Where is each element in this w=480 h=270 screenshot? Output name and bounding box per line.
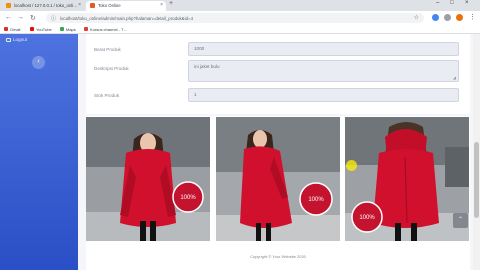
address-bar[interactable]: ⓘ localhost/toko_online/admin/main.php?h… — [46, 13, 424, 23]
deskripsi-label: Deskripsi Produk — [94, 66, 129, 71]
menu-kebab-icon[interactable]: ⋮ — [469, 13, 476, 21]
minimize-icon[interactable]: – — [436, 0, 439, 6]
bookmark-label: YouTube — [36, 26, 52, 32]
logout-icon — [6, 37, 11, 42]
tab-phpmyadmin[interactable]: localhost / 127.0.0.1 / toko_onli… × — [2, 1, 84, 11]
product-photo-side: 100% — [216, 117, 340, 241]
close-tab-icon[interactable]: × — [78, 2, 81, 8]
phpmyadmin-favicon-icon — [6, 3, 11, 8]
product-gallery: 100% 100% 100% — [86, 116, 470, 242]
bookmark-label: Maps — [66, 26, 76, 32]
page-scrollbar[interactable] — [473, 34, 480, 270]
resize-grip-icon[interactable]: ◢ — [453, 75, 456, 80]
quality-badge: 100% — [308, 197, 324, 203]
sidebar-item-label: Logout — [13, 37, 28, 42]
extension-icon[interactable] — [432, 14, 439, 21]
info-icon[interactable]: ⓘ — [51, 15, 56, 22]
deskripsi-textarea[interactable]: ini jaket bulu ◢ — [188, 60, 459, 82]
bookmark-maps[interactable]: Maps — [60, 27, 76, 32]
product-detail-form: Berat Produk 1000 Deskripsi Produk ini j… — [86, 34, 470, 114]
quality-badge: 100% — [359, 215, 375, 221]
berat-label: Berat Produk — [94, 47, 121, 52]
deskripsi-text: ini jaket bulu — [194, 64, 220, 69]
bookmarks-bar: Gmail YouTube Maps Kursus channel - T… — [0, 25, 480, 34]
bookmark-label: Kursus channel - T… — [90, 26, 128, 32]
back-arrow-icon[interactable]: ← — [5, 14, 12, 21]
url-text: localhost/toko_online/admin/main.php?hal… — [60, 15, 194, 21]
close-window-icon[interactable]: × — [465, 0, 469, 6]
youtube-icon — [30, 27, 34, 31]
page-body: Logout ‹ Berat Produk 1000 Deskripsi Pro… — [0, 34, 480, 270]
bookmark-label: Gmail — [10, 26, 21, 32]
scrollbar-thumb[interactable] — [474, 142, 479, 218]
close-tab-icon[interactable]: × — [160, 2, 163, 8]
stok-label: Stok Produk — [94, 93, 120, 98]
sidebar-item-logout[interactable]: Logout — [6, 37, 27, 42]
footer: Copyright © Your Website 2020 — [86, 242, 470, 270]
cursor-highlight — [346, 160, 357, 171]
reload-icon[interactable]: ↻ — [30, 14, 36, 22]
sidebar-toggle-button[interactable]: ‹ — [32, 56, 45, 69]
quality-badge: 100% — [180, 195, 196, 201]
bookmark-star-icon[interactable]: ☆ — [414, 14, 419, 21]
youtube-icon — [84, 27, 88, 31]
sidebar: Logout ‹ — [0, 34, 78, 270]
toko-favicon-icon — [90, 3, 95, 8]
bookmark-kursus[interactable]: Kursus channel - T… — [84, 27, 128, 32]
new-tab-button[interactable]: + — [169, 0, 173, 7]
forward-arrow-icon[interactable]: → — [17, 14, 24, 21]
stok-field[interactable]: 1 — [188, 88, 459, 102]
maps-icon — [60, 27, 64, 31]
product-photo-front: 100% — [86, 117, 210, 241]
tab-toko-online[interactable]: Toko Online × — [86, 1, 166, 11]
profile-avatar[interactable] — [456, 14, 463, 21]
scroll-to-top-button[interactable]: ⌃ — [453, 213, 468, 228]
product-photo-back: 100% — [345, 117, 469, 241]
gmail-icon — [4, 27, 8, 31]
puzzle-icon[interactable] — [444, 14, 451, 21]
browser-window: localhost / 127.0.0.1 / toko_onli… × Tok… — [0, 0, 480, 270]
copyright-text: Copyright © Your Website 2020 — [250, 254, 306, 259]
tab-strip: localhost / 127.0.0.1 / toko_onli… × Tok… — [0, 0, 480, 11]
tab-label: localhost / 127.0.0.1 / toko_onli… — [14, 3, 78, 8]
maximize-icon[interactable]: □ — [450, 0, 454, 6]
tab-label: Toko Online — [98, 3, 121, 8]
bookmark-gmail[interactable]: Gmail — [4, 27, 20, 32]
bookmark-youtube[interactable]: YouTube — [30, 27, 52, 32]
berat-field[interactable]: 1000 — [188, 42, 459, 56]
browser-toolbar: ← → ↻ ⓘ localhost/toko_online/admin/main… — [0, 11, 480, 25]
